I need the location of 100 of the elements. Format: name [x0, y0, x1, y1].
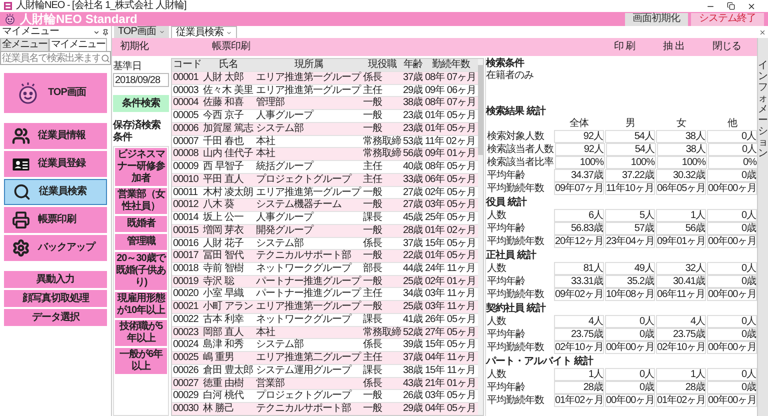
stat-value: 0% — [708, 156, 758, 169]
table-cell-text: 00026 — [172, 364, 200, 377]
menu-button[interactable]: 帳票印刷 — [4, 207, 107, 233]
column-header[interactable]: 氏名 — [202, 59, 255, 71]
saved-condition-button[interactable]: 既婚者 — [115, 216, 167, 232]
table-cell: 27歳 — [402, 199, 424, 212]
menu-button[interactable]: データ選択 — [4, 309, 107, 326]
table-cell-text: 01年 05ヶ月 — [424, 122, 478, 135]
table-cell-text: ネットワークグループ — [255, 314, 353, 326]
stat-value: 56歳 — [656, 222, 706, 235]
column-header[interactable]: 現役職 — [362, 59, 402, 71]
scrollbar[interactable] — [478, 59, 483, 415]
stat-value: 100% — [606, 156, 656, 169]
information-tab[interactable]: インフォメーション — [758, 60, 768, 416]
table-cell-text: 08年 05ヶ月 — [424, 161, 478, 174]
table-cell-text: 本社 — [255, 148, 276, 160]
caret-icon — [158, 29, 165, 35]
table-cell: 23歳 — [402, 122, 424, 135]
stat-value: 09年07ヶ月 — [554, 182, 604, 195]
menu-button[interactable]: 従業員登録 — [4, 151, 107, 177]
table-cell-text: 09年 01ヶ月 — [424, 148, 478, 160]
table-cell-text: 00006 — [172, 122, 200, 135]
table-cell: 37歳 — [402, 72, 424, 84]
date-field[interactable]: 2018/09/28 — [113, 73, 169, 87]
saved-condition-button[interactable]: 管理職 — [115, 234, 167, 250]
stat-label: 平均年齢 — [486, 170, 526, 182]
menu-button[interactable]: バックアップ — [4, 235, 107, 261]
table-cell-text: 白河 桃代 — [202, 390, 245, 402]
stat-value: 100% — [656, 156, 706, 169]
table-cell-text: 人事グループ — [255, 110, 315, 122]
table-cell-text: 02年 01ヶ月 — [424, 276, 478, 288]
search-field[interactable]: 従業員名で検索出来ます — [0, 51, 111, 65]
header-button[interactable]: システム終了 — [691, 12, 764, 26]
stat-label: 検索該当者人数 — [486, 144, 554, 156]
printer-icon — [12, 211, 30, 229]
table-cell-text: 寺前 智樹 — [202, 263, 244, 276]
restore-icon[interactable] — [727, 2, 735, 10]
stat-value: 06年05ヶ月 — [656, 182, 706, 195]
stat-label: 平均年齢 — [486, 222, 526, 234]
table-cell-text: 00022 — [172, 314, 200, 326]
menu-button[interactable]: 異動入力 — [4, 271, 107, 288]
stat-label: 人数 — [486, 262, 507, 274]
table-cell-text: 嶋 重男 — [202, 352, 235, 364]
menu-tab[interactable]: マイメニュー — [49, 38, 107, 51]
menu-button[interactable]: 従業員検索 — [4, 179, 107, 205]
close-icon[interactable] — [747, 2, 756, 10]
saved-condition-button[interactable]: ビジネスマナー研修参加者 — [115, 148, 167, 186]
stat-value: 0歳 — [605, 381, 655, 394]
stat-label: 平均年齢 — [486, 382, 526, 394]
section-title: 正社員 統計 — [486, 250, 538, 262]
stat-value: 54人 — [606, 143, 656, 156]
section-title: 役員 統計 — [486, 197, 528, 209]
stat-value: 11年10ヶ月 — [605, 182, 655, 195]
table-cell: 34歳 — [402, 288, 424, 300]
table-cell-text: 00024 — [172, 339, 200, 352]
close-icon[interactable] — [759, 29, 766, 36]
table-cell-text: エリア推進第一グループ — [255, 84, 362, 96]
pin-icon[interactable] — [102, 28, 109, 36]
table-cell-text: 八木 葵 — [202, 199, 235, 212]
saved-condition-button[interactable]: 一般が6年以上 — [115, 348, 167, 374]
table-cell-text: 係長 — [362, 339, 384, 352]
column-header[interactable]: 勤続年数 — [424, 59, 478, 71]
table-cell-text: 寺沢 聡 — [202, 276, 236, 288]
menu-button[interactable]: 顔写真切取処理 — [4, 290, 107, 307]
table-cell-text: 15年 05ヶ月 — [424, 238, 478, 250]
menu-tab[interactable]: 全メニュー — [0, 38, 49, 51]
document-tab[interactable]: 従業員検索 — [170, 26, 238, 38]
toolbar-button[interactable]: 閉じる — [712, 41, 741, 53]
people-icon — [12, 127, 30, 145]
menu-button[interactable]: TOP画面 — [4, 73, 107, 113]
stat-value: 4人 — [554, 315, 604, 328]
table-cell-text: 00025 — [172, 352, 200, 364]
table-cell: 38歳 — [402, 97, 424, 110]
toolbar-button[interactable]: 抽 出 — [663, 41, 684, 53]
table-cell-text: 25年 05ヶ月 — [424, 212, 478, 224]
table-cell-text: 00010 — [172, 174, 200, 186]
saved-condition-button[interactable]: 現雇用形態が10年以上 — [115, 292, 167, 318]
table-cell: 45歳 — [402, 212, 424, 224]
toolbar-button[interactable]: 初期化 — [120, 41, 212, 53]
stat-value: 0人 — [605, 368, 655, 381]
document-tab[interactable]: TOP画面 — [114, 26, 169, 38]
toolbar-button[interactable]: 印 刷 — [614, 41, 636, 53]
column-header[interactable]: 現所属 — [255, 59, 362, 71]
header-button[interactable]: 画面初期化 — [624, 12, 688, 26]
saved-condition-button[interactable]: 技術職が5年以上 — [115, 320, 167, 346]
column-header[interactable]: 年齢 — [402, 59, 424, 71]
saved-condition-button[interactable]: 20～30歳で既婚(子供あり) — [115, 252, 167, 290]
dropdown-icon[interactable] — [93, 28, 100, 36]
menu-button[interactable]: 従業員情報 — [4, 123, 107, 149]
table-cell-text: 古本 利幸 — [202, 314, 244, 326]
search-button[interactable]: 条件検索 — [113, 95, 169, 112]
column-header[interactable]: コード — [172, 59, 202, 71]
table-cell-text: プロジェクトグループ — [255, 174, 353, 186]
table-cell-text: 08年 07ヶ月 — [424, 72, 478, 84]
toolbar-button[interactable]: 帳票印刷 — [212, 41, 304, 53]
table-cell-text: 00018 — [172, 263, 200, 276]
table-cell: 23歳 — [402, 110, 424, 122]
table-cell-text: 00021 — [172, 301, 200, 314]
saved-condition-button[interactable]: 営業部（女性社員） — [115, 188, 167, 214]
table-cell: エリア推進第一グループ — [255, 72, 362, 84]
